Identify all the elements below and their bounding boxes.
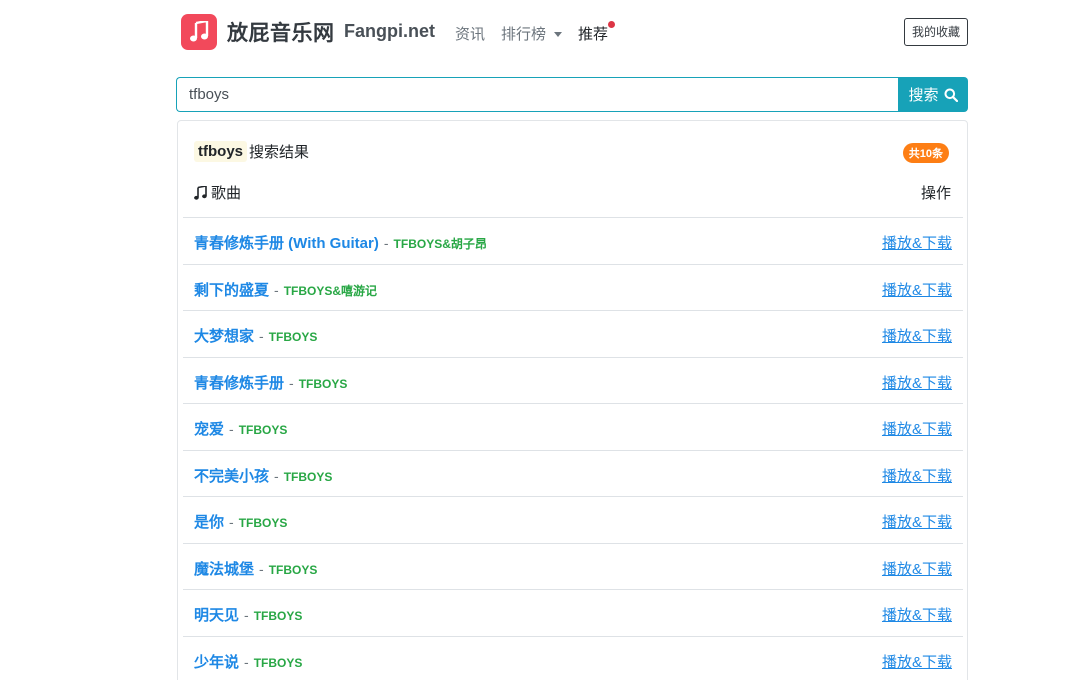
- nav-recommend-label: 推荐: [578, 26, 609, 43]
- table-row: 少年说 - TFBOYS 播放&下载: [183, 635, 963, 680]
- song-info: 大梦想家 - TFBOYS: [194, 325, 317, 346]
- song-info: 不完美小孩 - TFBOYS: [194, 465, 332, 486]
- search-input[interactable]: [176, 77, 898, 112]
- results-card: tfboys 搜索结果 共10条 歌曲 操作 青春修炼手册 (With Guit…: [177, 120, 968, 680]
- song-artist: TFBOYS&嘻游记: [283, 283, 378, 298]
- table-row: 青春修炼手册 - TFBOYS 播放&下载: [183, 356, 963, 404]
- table-row: 明天见 - TFBOYS 播放&下载: [183, 589, 963, 636]
- column-song-label: 歌曲: [211, 185, 242, 202]
- column-action: 操作: [920, 185, 951, 202]
- play-download-link[interactable]: 播放&下载: [882, 465, 952, 486]
- separator: -: [259, 328, 264, 344]
- site-header: 放屁音乐网 Fangpi.net 资讯 排行榜 推荐 我的收藏: [181, 14, 968, 50]
- song-info: 青春修炼手册 - TFBOYS: [194, 372, 347, 393]
- song-artist: TFBOYS: [268, 330, 318, 344]
- nav-news[interactable]: 资讯: [455, 23, 485, 44]
- separator: -: [274, 281, 279, 298]
- song-info: 宠爱 - TFBOYS: [194, 418, 287, 439]
- nav-news-label: 资讯: [455, 26, 486, 43]
- site-logo[interactable]: [181, 14, 217, 50]
- play-download-link[interactable]: 播放&下载: [882, 372, 952, 393]
- search-bar: 搜索: [176, 77, 968, 112]
- song-title-link[interactable]: 宠爱: [194, 418, 224, 439]
- search-button-label: 搜索: [908, 87, 939, 104]
- play-download-link[interactable]: 播放&下载: [882, 604, 952, 625]
- search-icon: [944, 88, 958, 102]
- song-info: 魔法城堡 - TFBOYS: [194, 558, 317, 579]
- song-artist: TFBOYS: [298, 376, 348, 391]
- results-header: tfboys 搜索结果: [194, 141, 309, 162]
- site-name[interactable]: 放屁音乐网: [227, 17, 335, 47]
- results-title: 搜索结果: [249, 144, 310, 161]
- separator: -: [229, 514, 234, 530]
- separator: -: [229, 421, 234, 437]
- search-button[interactable]: 搜索: [898, 77, 968, 112]
- song-title-link[interactable]: 青春修炼手册: [194, 372, 284, 393]
- song-artist: TFBOYS&胡子昂: [393, 237, 487, 251]
- song-info: 剩下的盛夏 - TFBOYS&嘻游记: [194, 279, 377, 300]
- song-artist: TFBOYS: [283, 469, 333, 484]
- separator: -: [244, 653, 249, 670]
- separator: -: [259, 560, 264, 577]
- song-info: 少年说 - TFBOYS: [194, 651, 302, 672]
- song-title-link[interactable]: 明天见: [194, 604, 239, 625]
- table-row: 是你 - TFBOYS 播放&下载: [183, 496, 963, 543]
- play-download-link[interactable]: 播放&下载: [882, 418, 952, 439]
- table-row: 宠爱 - TFBOYS 播放&下载: [183, 403, 963, 450]
- play-download-link[interactable]: 播放&下载: [882, 651, 952, 672]
- site-domain[interactable]: Fangpi.net: [344, 21, 435, 42]
- song-title-link[interactable]: 大梦想家: [194, 325, 254, 346]
- result-count-badge: 共10条: [902, 143, 949, 163]
- play-download-link[interactable]: 播放&下载: [882, 511, 952, 532]
- song-title-link[interactable]: 魔法城堡: [194, 558, 254, 579]
- nav-charts[interactable]: 排行榜: [501, 23, 563, 44]
- separator: -: [244, 607, 249, 623]
- play-download-link[interactable]: 播放&下载: [882, 325, 952, 346]
- separator: -: [289, 374, 294, 391]
- song-artist: TFBOYS: [238, 516, 288, 530]
- song-info: 明天见 - TFBOYS: [194, 604, 302, 625]
- table-row: 不完美小孩 - TFBOYS 播放&下载: [183, 449, 963, 497]
- play-download-link[interactable]: 播放&下载: [882, 279, 952, 300]
- song-title-link[interactable]: 剩下的盛夏: [194, 279, 269, 300]
- song-artist: TFBOYS: [268, 562, 318, 577]
- separator: -: [274, 467, 279, 484]
- separator: -: [383, 235, 389, 251]
- song-artist: TFBOYS: [253, 655, 303, 670]
- my-favorites-button[interactable]: 我的收藏: [903, 18, 968, 46]
- table-header: 歌曲 操作: [194, 182, 951, 204]
- table-row: 剩下的盛夏 - TFBOYS&嘻游记 播放&下载: [183, 263, 963, 311]
- search-keyword: tfboys: [194, 141, 247, 162]
- song-list: 青春修炼手册 (With Guitar) - TFBOYS&胡子昂 播放&下载 剩下的盛…: [183, 217, 963, 680]
- music-note-icon: [190, 21, 209, 42]
- chevron-down-icon: [554, 32, 563, 37]
- nav-recommend[interactable]: 推荐: [578, 21, 616, 44]
- song-info: 是你 - TFBOYS: [194, 511, 287, 532]
- column-song: 歌曲: [194, 182, 241, 203]
- nav-charts-label: 排行榜: [501, 26, 547, 43]
- table-row: 魔法城堡 - TFBOYS 播放&下载: [183, 542, 963, 590]
- table-row: 青春修炼手册 (With Guitar) - TFBOYS&胡子昂 播放&下载: [183, 217, 963, 264]
- music-note-icon: [194, 185, 207, 200]
- song-title-link[interactable]: 少年说: [194, 651, 239, 672]
- song-artist: TFBOYS: [253, 609, 303, 623]
- song-title-link[interactable]: 青春修炼手册 (With Guitar): [194, 232, 379, 253]
- table-row: 大梦想家 - TFBOYS 播放&下载: [183, 310, 963, 357]
- song-title-link[interactable]: 是你: [194, 511, 224, 532]
- play-download-link[interactable]: 播放&下载: [882, 558, 952, 579]
- notification-dot-icon: [608, 21, 616, 28]
- song-info: 青春修炼手册 (With Guitar) - TFBOYS&胡子昂: [194, 232, 487, 253]
- song-artist: TFBOYS: [238, 423, 288, 437]
- play-download-link[interactable]: 播放&下载: [882, 232, 952, 253]
- song-title-link[interactable]: 不完美小孩: [194, 465, 269, 486]
- main-nav: 资讯 排行榜 推荐: [455, 21, 624, 44]
